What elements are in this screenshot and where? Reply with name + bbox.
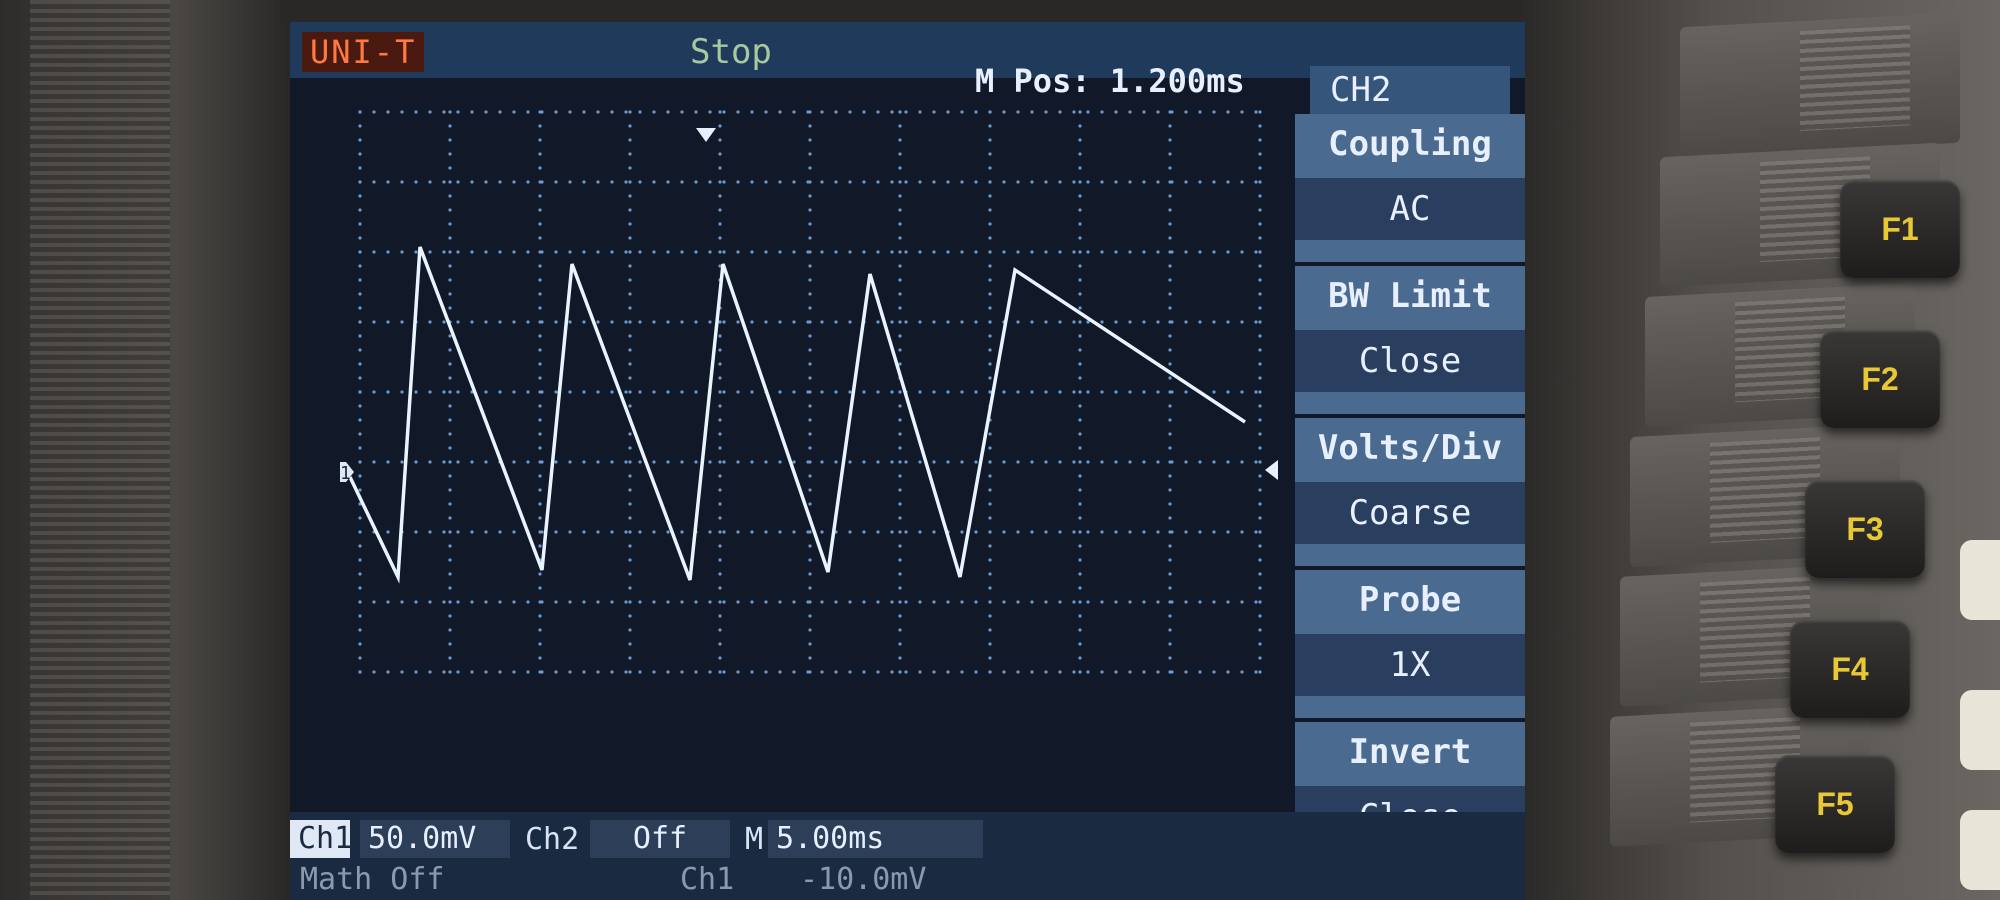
graticule (358, 110, 1262, 674)
knob-edge[interactable] (1960, 810, 2000, 890)
ch2-indicator: Ch2 (525, 822, 580, 857)
timebase-marker: M (745, 822, 764, 857)
f5-key[interactable]: F5 (1775, 755, 1895, 853)
timebase-value: 5.00ms (768, 820, 983, 858)
knob-edge[interactable] (1960, 690, 2000, 770)
math-status: Math Off (300, 862, 445, 897)
run-status: Stop (690, 32, 772, 72)
active-channel-label: CH2 (1310, 66, 1510, 114)
button-panel-slab (1680, 12, 1960, 158)
trigger-level-marker (1265, 460, 1278, 480)
ch1-indicator: Ch1 (290, 820, 352, 858)
ch1-trace (348, 246, 1246, 584)
scope-bezel-right: F1 F2 F3 F4 F5 (1520, 0, 2000, 900)
menu-bw-limit-label: BW Limit (1328, 276, 1492, 316)
waveform-display: 1 (340, 110, 1278, 674)
menu-probe-value: 1X (1295, 634, 1525, 696)
f1-key[interactable]: F1 (1840, 180, 1960, 278)
f2-key[interactable]: F2 (1820, 330, 1940, 428)
oscilloscope-screen: UNI-T Stop M Pos: 1.200ms CH2 1 Coupling… (290, 22, 1525, 900)
f3-key[interactable]: F3 (1805, 480, 1925, 578)
trigger-level: -10.0mV (800, 862, 927, 897)
menu-invert-label: Invert (1348, 732, 1472, 772)
menu-coupling-label: Coupling (1328, 124, 1492, 164)
menu-volts-div-label: Volts/Div (1317, 428, 1503, 468)
ch2-scale: Off (590, 820, 730, 858)
brand-logo: UNI-T (302, 32, 425, 72)
scope-bezel-top (280, 0, 1580, 24)
menu-bw-limit-value: Close (1295, 330, 1525, 392)
menu-probe[interactable]: Probe 1X (1295, 570, 1525, 718)
knob-edge[interactable] (1960, 540, 2000, 620)
ch1-scale: 50.0mV (360, 820, 510, 858)
menu-coupling[interactable]: Coupling AC (1295, 114, 1525, 262)
f1-label: F1 (1881, 210, 1919, 247)
f4-label: F4 (1831, 650, 1869, 687)
ch1-marker-label: 1 (340, 463, 351, 484)
f2-label: F2 (1861, 360, 1899, 397)
menu-coupling-value: AC (1295, 178, 1525, 240)
bezel-grip-texture (30, 0, 170, 900)
menu-volts-div-value: Coarse (1295, 482, 1525, 544)
scope-bezel-left (0, 0, 290, 900)
trigger-source: Ch1 (680, 862, 735, 897)
menu-volts-div[interactable]: Volts/Div Coarse (1295, 418, 1525, 566)
f3-label: F3 (1846, 510, 1884, 547)
trigger-position-marker (696, 128, 716, 142)
f4-key[interactable]: F4 (1790, 620, 1910, 718)
bottom-status-bar: Ch1 50.0mV Ch2 Off M 5.00ms Math Off Ch1… (290, 812, 1525, 900)
menu-bw-limit[interactable]: BW Limit Close (1295, 266, 1525, 414)
menu-probe-label: Probe (1358, 580, 1462, 620)
f5-label: F5 (1816, 785, 1854, 822)
